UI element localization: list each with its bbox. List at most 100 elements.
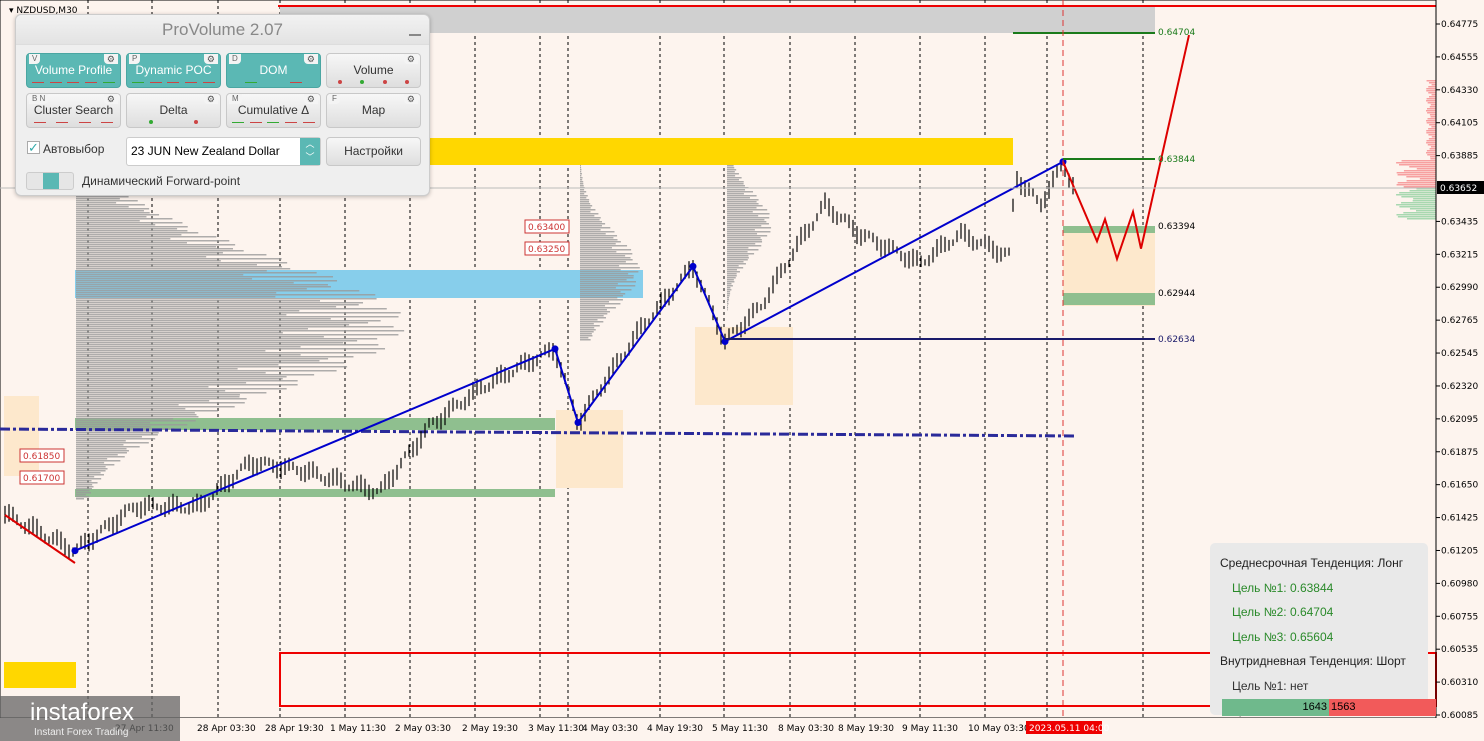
volume-profile-bar xyxy=(76,354,301,356)
dom-bar xyxy=(1415,210,1436,212)
dom-bar xyxy=(1426,90,1436,92)
autoselect-checkbox[interactable]: ✓ xyxy=(27,141,40,154)
volume-profile-bar xyxy=(76,238,171,240)
volume-profile-bar xyxy=(580,203,591,205)
dom-bar xyxy=(1430,158,1436,160)
gear-icon[interactable]: ⚙ xyxy=(103,94,118,104)
volume-profile-bar xyxy=(580,247,612,249)
gear-icon[interactable]: ⚙ xyxy=(403,54,418,64)
gear-icon[interactable]: ⚙ xyxy=(303,94,318,104)
tool-button-map[interactable]: F ⚙ Map xyxy=(326,93,421,128)
volume-profile-bar xyxy=(580,253,633,255)
volume-profile-bar xyxy=(76,342,344,344)
forward-point-toggle[interactable] xyxy=(26,172,74,190)
volume-profile-bar xyxy=(580,293,626,295)
dom-bar xyxy=(1427,118,1436,120)
volume-profile-bar xyxy=(76,330,405,332)
gear-icon[interactable]: ⚙ xyxy=(403,94,418,104)
volume-profile-bar xyxy=(580,191,587,193)
volume-profile-bar xyxy=(76,388,287,390)
volume-profile-bar xyxy=(76,348,386,350)
yellow-zone xyxy=(4,662,76,688)
volume-profile-bar xyxy=(727,251,748,253)
volume-profile-bar xyxy=(76,224,156,226)
medium-target-1: Цель №1: 0.63844 xyxy=(1232,580,1334,595)
volume-profile-bar xyxy=(727,281,735,283)
volume-profile-bar xyxy=(580,261,626,263)
volume-profile-bar xyxy=(727,287,731,289)
yellow-zone xyxy=(430,138,1013,165)
gear-icon[interactable]: ⚙ xyxy=(103,54,118,64)
volume-profile-bar xyxy=(580,221,602,223)
volume-profile-bar xyxy=(580,257,631,259)
volume-profile-bar xyxy=(727,171,735,173)
tool-label: Volume xyxy=(353,63,394,77)
volume-profile-bar xyxy=(76,378,283,380)
level-label: 0.62944 xyxy=(1158,289,1195,299)
volume-profile-bar xyxy=(727,273,737,275)
instrument-select[interactable]: 23 JUN New Zealand Dollar ︿ ﹀ xyxy=(126,137,321,166)
hotkey: M xyxy=(229,94,242,104)
volume-profile-bar xyxy=(76,384,298,386)
volume-profile-bar xyxy=(76,498,84,500)
price-tick: 0.64330 xyxy=(1441,86,1478,96)
tool-button-volume-profile[interactable]: V ⚙ Volume Profile xyxy=(26,53,121,88)
dom-bar xyxy=(1426,132,1436,134)
settings-button[interactable]: Настройки xyxy=(326,137,421,166)
volume-profile-bar xyxy=(727,241,763,243)
volume-profile-bar xyxy=(727,297,730,299)
dom-bar xyxy=(1397,174,1436,176)
volume-profile-bar xyxy=(76,212,150,214)
volume-profile-bar xyxy=(727,165,734,167)
gear-icon[interactable]: ⚙ xyxy=(203,54,218,64)
tool-button-volume[interactable]: ⚙ Volume xyxy=(326,53,421,88)
gear-icon[interactable]: ⚙ xyxy=(303,54,318,64)
volume-profile-bar xyxy=(76,244,236,246)
price-tick: 0.63885 xyxy=(1441,152,1478,162)
dom-bar xyxy=(1409,166,1436,168)
tool-button-cluster-search[interactable]: B N ⚙ Cluster Search xyxy=(26,93,121,128)
dom-bar xyxy=(1396,204,1436,206)
volume-profile-bar xyxy=(76,496,90,498)
tool-button-dom[interactable]: D ⚙ DOM xyxy=(226,53,321,88)
gear-icon[interactable]: ⚙ xyxy=(203,94,218,104)
dom-bar xyxy=(1396,194,1436,196)
volume-profile-bar xyxy=(76,196,129,198)
dom-bar xyxy=(1426,100,1436,102)
tool-button-dynamic-poc[interactable]: P ⚙ Dynamic POC xyxy=(126,53,221,88)
volume-profile-bar xyxy=(76,462,105,464)
volume-profile-bar xyxy=(76,316,399,318)
volume-profile-bar xyxy=(580,271,639,273)
volume-profile-bar xyxy=(580,297,618,299)
tool-button-cumulative-[interactable]: M ⚙ Cumulative Δ xyxy=(226,93,321,128)
dom-bar xyxy=(1430,156,1436,158)
level-label: 0.62634 xyxy=(1158,335,1195,345)
volume-profile-bar xyxy=(580,281,637,283)
dom-bar xyxy=(1398,164,1436,166)
volume-profile-bar xyxy=(580,175,582,177)
tool-label: Dynamic POC xyxy=(135,63,212,77)
volume-profile-bar xyxy=(76,356,354,358)
spinner-icon[interactable]: ︿ ﹀ xyxy=(300,138,320,165)
volume-profile-bar xyxy=(76,376,287,378)
tool-button-delta[interactable]: ⚙ Delta xyxy=(126,93,221,128)
volume-profile-bar xyxy=(76,444,124,446)
volume-profile-bar xyxy=(580,211,591,213)
volume-profile-bar xyxy=(76,492,91,494)
volume-profile-bar xyxy=(76,368,238,370)
volume-profile-bar xyxy=(727,227,772,229)
volume-profile-bar xyxy=(76,254,267,256)
volume-profile-bar xyxy=(76,310,300,312)
volume-profile-bar xyxy=(580,207,591,209)
volume-profile-bar xyxy=(580,287,616,289)
volume-profile-bar xyxy=(76,206,129,208)
dom-bar xyxy=(1427,102,1436,104)
minimize-button[interactable] xyxy=(409,24,421,36)
volume-profile-bar xyxy=(76,260,221,262)
volume-profile-bar xyxy=(76,358,329,360)
volume-profile-bar xyxy=(76,344,379,346)
volume-profile-bar xyxy=(76,420,196,422)
dom-bar xyxy=(1401,202,1436,204)
volume-profile-bar xyxy=(580,213,599,215)
volume-profile-bar xyxy=(727,177,742,179)
